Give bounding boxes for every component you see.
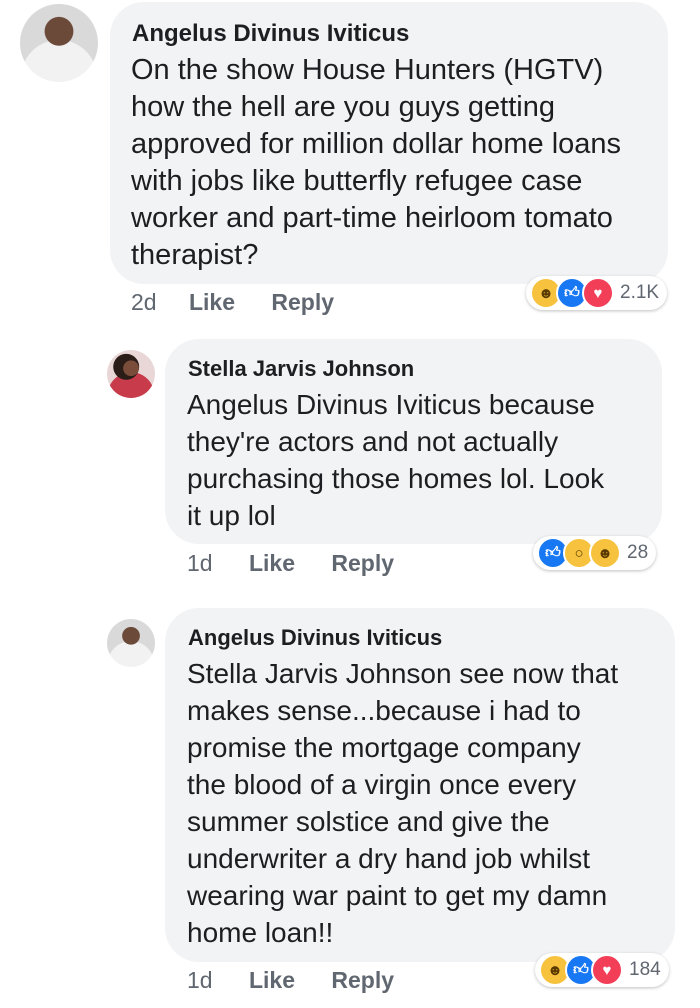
reaction-summary[interactable]: ☻ 👍︎ ♥ 2.1K xyxy=(526,276,668,310)
comment-line: Stella Jarvis Johnson see now that xyxy=(187,658,619,689)
comment-line: promise the mortgage company xyxy=(187,732,581,763)
like-button[interactable]: Like xyxy=(189,289,235,315)
comment-line: it up lol xyxy=(187,500,276,531)
comment-line: worker and part-time heirloom tomato xyxy=(131,202,613,234)
comment-author[interactable]: Angelus Divinus Iviticus xyxy=(132,20,409,48)
timestamp[interactable]: 1d xyxy=(187,550,213,576)
avatar[interactable] xyxy=(20,4,98,82)
comment-line: On the show House Hunters (HGTV) xyxy=(131,54,604,86)
like-button[interactable]: Like xyxy=(249,550,295,576)
comment-line: they're actors and not actually xyxy=(187,426,559,457)
comment-line: the blood of a virgin once every xyxy=(187,769,577,800)
timestamp[interactable]: 2d xyxy=(131,289,157,315)
comment-author[interactable]: Stella Jarvis Johnson xyxy=(188,356,414,382)
comment-line: wearing war paint to get my damn xyxy=(187,880,608,911)
comment-line: therapist? xyxy=(131,239,259,271)
comment-line: home loan!! xyxy=(187,917,334,948)
timestamp[interactable]: 1d xyxy=(187,967,213,993)
reaction-count: 184 xyxy=(629,959,661,980)
comment-line: purchasing those homes lol. Look xyxy=(187,463,605,494)
comment-line: approved for million dollar home loans xyxy=(131,128,622,160)
reply-button[interactable]: Reply xyxy=(331,550,394,576)
comment-author[interactable]: Angelus Divinus Iviticus xyxy=(188,625,442,651)
love-icon: ♥ xyxy=(582,277,614,309)
reply-button[interactable]: Reply xyxy=(271,289,334,315)
comment-line: with jobs like butterfly refugee case xyxy=(131,165,583,197)
love-icon: ♥ xyxy=(591,954,623,986)
comment-meta: 1d Like Reply xyxy=(187,967,394,994)
reaction-summary[interactable]: 👍︎ ○ ☻ 28 xyxy=(533,536,657,570)
comment-meta: 1d Like Reply xyxy=(187,550,394,577)
comment-line: how the hell are you guys getting xyxy=(131,91,555,123)
reaction-count: 2.1K xyxy=(620,282,660,303)
comment-line: makes sense...because i had to xyxy=(187,695,581,726)
comment-text: On the show House Hunters (HGTV) how the… xyxy=(131,52,621,274)
comment-meta: 2d Like Reply xyxy=(131,289,334,316)
reaction-summary[interactable]: ☻ 👍︎ ♥ 184 xyxy=(535,953,669,987)
haha-icon: ☻ xyxy=(589,537,621,569)
avatar[interactable] xyxy=(107,350,155,398)
comment-text: Angelus Divinus Iviticus because they're… xyxy=(187,386,604,534)
reaction-count: 28 xyxy=(627,542,649,563)
comment-line: underwriter a dry hand job whilst xyxy=(187,843,591,874)
comment-line: Angelus Divinus Iviticus because xyxy=(187,389,595,420)
comment-line: summer solstice and give the xyxy=(187,806,550,837)
avatar[interactable] xyxy=(107,619,155,667)
reply-button[interactable]: Reply xyxy=(331,967,394,993)
comment-text: Stella Jarvis Johnson see now that makes… xyxy=(187,655,618,951)
like-button[interactable]: Like xyxy=(249,967,295,993)
